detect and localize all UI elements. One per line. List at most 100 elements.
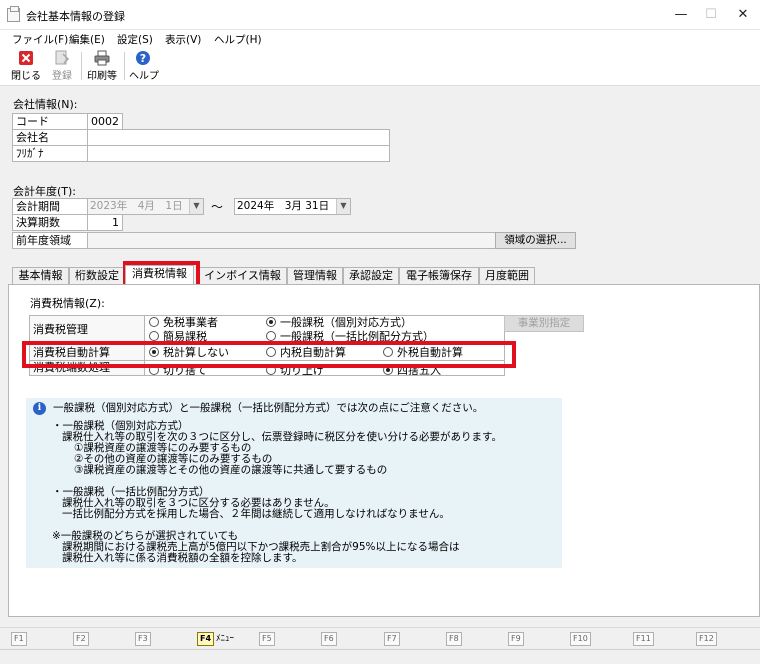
fkey-f3[interactable]: F3 xyxy=(135,632,153,646)
maximize-button[interactable]: ☐ xyxy=(696,4,726,26)
fkey-f12[interactable]: F12 xyxy=(696,632,719,646)
tab-approval[interactable]: 承認設定 xyxy=(343,267,399,284)
select-area-button[interactable]: 領域の選択... xyxy=(495,232,576,249)
tab-month-range[interactable]: 月度範囲 xyxy=(479,267,535,284)
radio-round-half[interactable]: 四捨五入 xyxy=(383,364,441,375)
company-section-title: 会社情報(N): xyxy=(13,98,78,111)
radio-label: 一般課税（一括比例配分方式） xyxy=(280,330,434,343)
fkey-f9[interactable]: F9 xyxy=(508,632,526,646)
toolbar: 閉じる 登録 印刷等 ? ヘルプ xyxy=(0,48,760,86)
fkey-code: F9 xyxy=(508,632,524,646)
radio-icon xyxy=(266,331,276,341)
fkey-code: F8 xyxy=(446,632,462,646)
chevron-down-icon[interactable]: ▼ xyxy=(189,199,203,214)
fkey-code: F10 xyxy=(570,632,591,646)
start-date-value: 2023年 4月 1日 xyxy=(90,200,183,212)
info-icon: i xyxy=(33,402,46,415)
info-line: 一般課税（個別対応方式）と一般課税（一括比例配分方式）では次の点にご注意ください… xyxy=(53,402,484,414)
tab-consumption-tax[interactable]: 消費税情報 xyxy=(125,265,194,284)
fiscal-section-title: 会計年度(T): xyxy=(13,185,77,198)
register-button-label: 登録 xyxy=(52,71,72,82)
radio-selected-icon xyxy=(383,365,393,375)
range-separator: ～ xyxy=(211,200,224,214)
term-field[interactable]: 1 xyxy=(87,214,123,231)
company-kana-field[interactable] xyxy=(87,145,390,162)
prev-area-label: 前年度領域 xyxy=(12,232,88,249)
radio-label: 外税自動計算 xyxy=(397,346,463,359)
radio-icon xyxy=(149,365,159,375)
menu-view[interactable]: 表示(V) xyxy=(165,32,201,47)
radio-tax-exempt[interactable]: 免税事業者 xyxy=(149,316,218,330)
menu-help[interactable]: ヘルプ(H) xyxy=(214,32,262,47)
menu-file[interactable]: ファイル(F) xyxy=(12,32,68,47)
status-bar xyxy=(0,649,760,664)
print-button[interactable]: 印刷等 xyxy=(86,50,118,84)
company-name-field[interactable] xyxy=(87,129,390,146)
tax-mgmt-label: 消費税管理 xyxy=(29,315,145,345)
radio-icon xyxy=(266,365,276,375)
radio-label: 税計算しない xyxy=(163,346,229,359)
fkey-code: F4 xyxy=(197,632,215,646)
fkey-code: F6 xyxy=(321,632,337,646)
info-line: 一括比例配分方式を採用した場合、２年間は継続して適用しなければなりません。 xyxy=(62,508,450,520)
code-label: コード xyxy=(12,113,88,130)
company-name-label: 会社名 xyxy=(12,129,88,146)
prev-area-field xyxy=(87,232,496,249)
title-bar: 会社基本情報の登録 — ☐ ✕ xyxy=(0,0,760,30)
tab-management[interactable]: 管理情報 xyxy=(287,267,343,284)
print-button-label: 印刷等 xyxy=(87,71,117,82)
help-button[interactable]: ? ヘルプ xyxy=(129,50,159,84)
fkey-label: ﾒﾆｭｰ xyxy=(216,634,235,644)
radio-label: 一般課税（個別対応方式） xyxy=(280,316,412,329)
radio-round-down[interactable]: 切り捨て xyxy=(149,364,207,375)
fkey-code: F3 xyxy=(135,632,151,646)
radio-general-proportional[interactable]: 一般課税（一括比例配分方式） xyxy=(266,330,434,344)
per-business-button[interactable]: 事業別指定 xyxy=(504,315,584,332)
window-title: 会社基本情報の登録 xyxy=(26,10,125,23)
close-window-button[interactable]: ✕ xyxy=(728,4,758,26)
radio-exclusive-auto-calc[interactable]: 外税自動計算 xyxy=(383,346,463,360)
menu-settings[interactable]: 設定(S) xyxy=(117,32,153,47)
radio-simplified[interactable]: 簡易課税 xyxy=(149,330,207,344)
fkey-f6[interactable]: F6 xyxy=(321,632,339,646)
fkey-f5[interactable]: F5 xyxy=(259,632,277,646)
help-button-label: ヘルプ xyxy=(129,71,159,82)
radio-round-up[interactable]: 切り上げ xyxy=(266,364,324,375)
fkey-code: F11 xyxy=(633,632,654,646)
tab-invoice[interactable]: インボイス情報 xyxy=(198,267,287,284)
chevron-down-icon[interactable]: ▼ xyxy=(336,199,350,214)
radio-no-tax-calc[interactable]: 税計算しない xyxy=(149,346,229,360)
fkey-f4[interactable]: F4 ﾒﾆｭｰ xyxy=(197,632,234,646)
info-line: 課税仕入れ等に係る消費税額の全額を控除します。 xyxy=(62,552,303,564)
fkey-f8[interactable]: F8 xyxy=(446,632,464,646)
fkey-f10[interactable]: F10 xyxy=(570,632,593,646)
info-line: ③課税資産の譲渡等とその他の資産の譲渡等に共通して要するもの xyxy=(74,464,388,476)
fkey-code: F1 xyxy=(11,632,27,646)
svg-text:?: ? xyxy=(140,52,146,65)
register-icon xyxy=(55,50,70,65)
menu-bar: ファイル(F) 編集(E) 設定(S) 表示(V) ヘルプ(H) xyxy=(0,30,760,48)
menu-edit[interactable]: 編集(E) xyxy=(69,32,105,47)
toolbar-separator xyxy=(81,52,82,80)
radio-general-individual[interactable]: 一般課税（個別対応方式） xyxy=(266,316,412,330)
function-key-bar: F1 F2 F3 F4 ﾒﾆｭｰ F5 F6 F7 F8 F9 F10 F11 F… xyxy=(0,627,760,649)
fkey-f7[interactable]: F7 xyxy=(384,632,402,646)
tab-e-book-storage[interactable]: 電子帳簿保存 xyxy=(399,267,479,284)
close-button[interactable]: 閉じる xyxy=(10,50,42,84)
radio-icon xyxy=(149,317,159,327)
app-icon xyxy=(7,6,20,22)
tax-section-title: 消費税情報(Z): xyxy=(30,297,105,310)
start-date-field[interactable]: 2023年 4月 1日 ▼ xyxy=(87,198,204,215)
fkey-f11[interactable]: F11 xyxy=(633,632,656,646)
end-date-value: 2024年 3月 31日 xyxy=(237,200,330,212)
radio-inclusive-auto-calc[interactable]: 内税自動計算 xyxy=(266,346,346,360)
tab-digits[interactable]: 桁数設定 xyxy=(69,267,125,284)
end-date-field[interactable]: 2024年 3月 31日 ▼ xyxy=(234,198,351,215)
code-field[interactable]: 0002 xyxy=(87,113,123,130)
period-label: 会計期間 xyxy=(12,198,88,215)
fkey-f1[interactable]: F1 xyxy=(11,632,29,646)
minimize-button[interactable]: — xyxy=(666,4,696,26)
register-button[interactable]: 登録 xyxy=(48,50,76,84)
fkey-f2[interactable]: F2 xyxy=(73,632,91,646)
tab-basic-info[interactable]: 基本情報 xyxy=(12,267,69,284)
